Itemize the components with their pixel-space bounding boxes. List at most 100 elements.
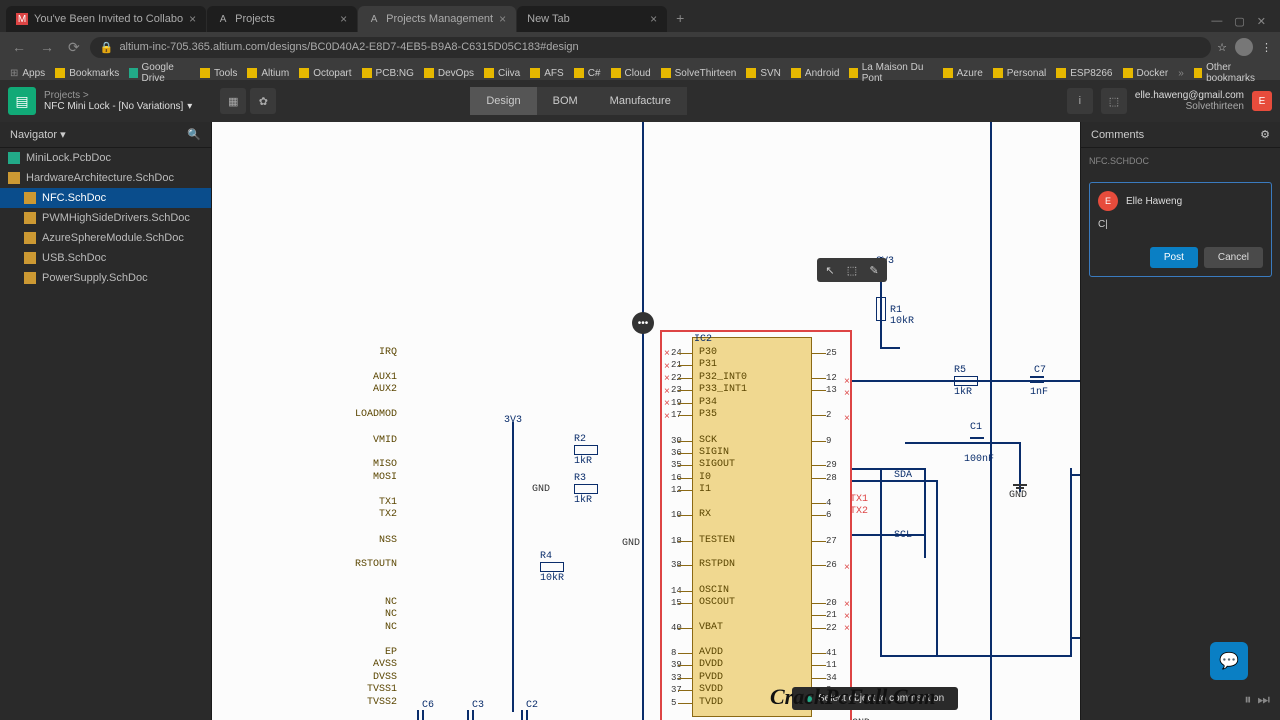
bookmark-item[interactable]: Ciiva bbox=[484, 68, 520, 79]
reload-button[interactable]: ⟳ bbox=[64, 37, 84, 58]
layers-button[interactable]: ▦ bbox=[220, 88, 246, 114]
context-menu-button[interactable]: ••• bbox=[632, 312, 654, 334]
browser-tab[interactable]: MYou've Been Invited to Collabo× bbox=[6, 6, 206, 32]
url-input[interactable]: 🔒altium-inc-705.365.altium.com/designs/B… bbox=[90, 37, 1211, 58]
user-avatar[interactable]: E bbox=[1252, 91, 1272, 111]
tab-design[interactable]: Design bbox=[470, 87, 536, 115]
resistor[interactable] bbox=[540, 562, 564, 572]
wire bbox=[936, 480, 938, 655]
profile-avatar[interactable] bbox=[1235, 38, 1253, 56]
project-title[interactable]: NFC Mini Lock - [No Variations] bbox=[44, 101, 183, 112]
star-icon[interactable]: ☆ bbox=[1217, 41, 1227, 54]
close-icon[interactable]: × bbox=[499, 12, 506, 26]
resistor[interactable] bbox=[574, 445, 598, 455]
tab-bar: MYou've Been Invited to Collabo× AProjec… bbox=[0, 0, 1280, 32]
skip-icon[interactable]: ⏭ bbox=[1257, 691, 1270, 708]
bookmark-item[interactable]: PCB:NG bbox=[362, 68, 414, 79]
close-icon[interactable]: × bbox=[189, 12, 196, 26]
net-3v3: 3V3 bbox=[504, 415, 522, 426]
navigator-title[interactable]: Navigator ▾ bbox=[10, 128, 66, 141]
bookmark-item[interactable]: Google Drive bbox=[129, 62, 190, 84]
tree-item[interactable]: PWMHighSideDrivers.SchDoc bbox=[0, 208, 211, 228]
browser-chrome: MYou've Been Invited to Collabo× AProjec… bbox=[0, 0, 1280, 80]
minimize-icon[interactable]: — bbox=[1211, 15, 1222, 28]
bookmark-item[interactable]: SVN bbox=[746, 68, 781, 79]
bookmark-item[interactable]: Altium bbox=[247, 68, 289, 79]
bookmark-item[interactable]: Octopart bbox=[299, 68, 351, 79]
close-window-icon[interactable]: ✕ bbox=[1257, 15, 1266, 28]
doc-icon bbox=[24, 192, 36, 204]
resistor[interactable] bbox=[954, 376, 978, 386]
tab-bom[interactable]: BOM bbox=[537, 87, 594, 115]
wire bbox=[905, 442, 1020, 444]
settings-button[interactable]: ✿ bbox=[250, 88, 276, 114]
app-header: ▤ Projects > NFC Mini Lock - [No Variati… bbox=[0, 80, 1280, 122]
bookmark-item[interactable]: Cloud bbox=[611, 68, 651, 79]
comments-title: Comments bbox=[1091, 129, 1144, 141]
cursor-tool[interactable]: ↖ bbox=[819, 260, 841, 280]
forward-button[interactable]: → bbox=[36, 37, 58, 57]
menu-icon[interactable]: ⋮ bbox=[1261, 41, 1272, 54]
schematic-canvas[interactable]: IC2 PN5321A3HN/C106;55 24P3021P3122P32_I… bbox=[212, 122, 1080, 720]
bookmark-item[interactable]: Android bbox=[791, 68, 839, 79]
maximize-icon[interactable]: ▢ bbox=[1234, 15, 1244, 28]
bookmark-item[interactable]: DevOps bbox=[424, 68, 474, 79]
doc-icon bbox=[24, 232, 36, 244]
bookmark-item[interactable]: Personal bbox=[993, 68, 1046, 79]
doc-icon bbox=[8, 152, 20, 164]
wire bbox=[852, 534, 924, 536]
measure-tool[interactable]: ✎ bbox=[863, 260, 885, 280]
floating-toolbar: ↖ ⬚ ✎ bbox=[817, 258, 887, 282]
cancel-button[interactable]: Cancel bbox=[1204, 247, 1263, 268]
bookmark-item[interactable]: Bookmarks bbox=[55, 68, 119, 79]
resistor[interactable] bbox=[574, 484, 598, 494]
apps-button[interactable]: ⊞ Apps bbox=[10, 68, 45, 79]
share-button[interactable]: ⬚ bbox=[1101, 88, 1127, 114]
browser-tab[interactable]: New Tab× bbox=[517, 6, 667, 32]
navigator-panel: Navigator ▾ 🔍 MiniLock.PcbDocHardwareArch… bbox=[0, 122, 212, 720]
info-button[interactable]: i bbox=[1067, 88, 1093, 114]
doc-icon bbox=[24, 272, 36, 284]
wire bbox=[642, 122, 644, 720]
lock-icon: 🔒 bbox=[100, 41, 114, 54]
chat-button[interactable]: 💬 bbox=[1210, 642, 1248, 680]
resistor[interactable] bbox=[876, 297, 886, 321]
tree-item[interactable]: MiniLock.PcbDoc bbox=[0, 148, 211, 168]
bookmark-item[interactable]: AFS bbox=[530, 68, 563, 79]
close-icon[interactable]: × bbox=[650, 12, 657, 26]
pause-icon[interactable]: ⏸ bbox=[1244, 691, 1251, 708]
bookmark-item[interactable]: SolveThirteen bbox=[661, 68, 737, 79]
tree-item[interactable]: AzureSphereModule.SchDoc bbox=[0, 228, 211, 248]
altium-icon: A bbox=[368, 13, 380, 25]
net-scl: SCL bbox=[894, 530, 912, 541]
browser-tab-active[interactable]: AProjects Management× bbox=[358, 6, 516, 32]
breadcrumb[interactable]: Projects > bbox=[44, 90, 192, 101]
chevron-down-icon[interactable]: ▾ bbox=[187, 101, 192, 112]
bookmark-item[interactable]: Azure bbox=[943, 68, 983, 79]
add-tab-button[interactable]: + bbox=[668, 4, 692, 32]
tree-item[interactable]: NFC.SchDoc bbox=[0, 188, 211, 208]
back-button[interactable]: ← bbox=[8, 37, 30, 57]
tree-item[interactable]: USB.SchDoc bbox=[0, 248, 211, 268]
other-bookmarks[interactable]: Other bookmarks bbox=[1194, 62, 1270, 84]
bookmark-item[interactable]: Docker bbox=[1123, 68, 1169, 79]
post-button[interactable]: Post bbox=[1150, 247, 1198, 268]
bookmark-item[interactable]: Tools bbox=[200, 68, 237, 79]
tree-item[interactable]: HardwareArchitecture.SchDoc bbox=[0, 168, 211, 188]
search-icon[interactable]: 🔍 bbox=[187, 128, 201, 141]
browser-tab[interactable]: AProjects× bbox=[207, 6, 357, 32]
select-tool[interactable]: ⬚ bbox=[841, 260, 863, 280]
comments-panel: Comments⚙ NFC.SCHDOC E Elle Haweng C| Po… bbox=[1080, 122, 1280, 720]
tab-manufacture[interactable]: Manufacture bbox=[594, 87, 687, 115]
gear-icon[interactable]: ⚙ bbox=[1260, 128, 1270, 141]
comment-composer: E Elle Haweng C| Post Cancel bbox=[1089, 182, 1272, 277]
tree-item[interactable]: PowerSupply.SchDoc bbox=[0, 268, 211, 288]
wire bbox=[880, 468, 882, 656]
wire bbox=[852, 468, 924, 470]
bookmark-item[interactable]: C# bbox=[574, 68, 601, 79]
ic-ref: IC2 bbox=[694, 334, 712, 345]
close-icon[interactable]: × bbox=[340, 12, 347, 26]
comment-input[interactable]: C| bbox=[1098, 219, 1263, 237]
bookmark-item[interactable]: La Maison Du Pont bbox=[849, 62, 932, 84]
bookmark-item[interactable]: ESP8266 bbox=[1056, 68, 1112, 79]
